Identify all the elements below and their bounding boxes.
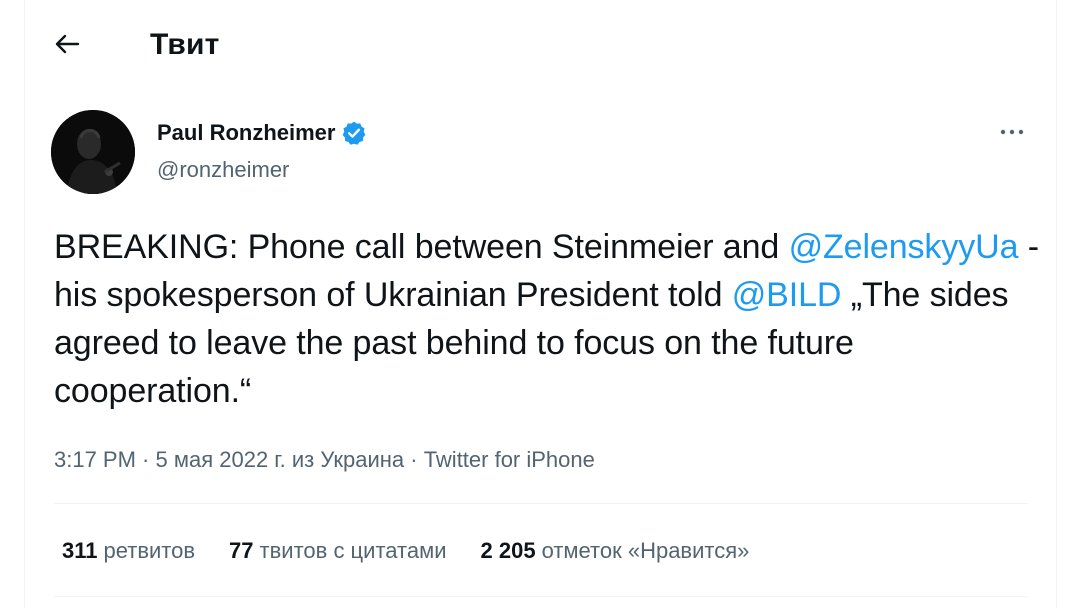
left-border	[24, 0, 25, 608]
retweets-stat[interactable]: 311 ретвитов	[62, 538, 195, 564]
stat-label: твитов с цитатами	[259, 538, 447, 563]
author-handle[interactable]: @ronzheimer	[157, 157, 289, 183]
meta-separator: ·	[404, 447, 424, 472]
quote-tweets-stat[interactable]: 77 твитов с цитатами	[229, 538, 446, 564]
tweet-text: BREAKING: Phone call between Steinmeier …	[54, 223, 1044, 415]
stat-count: 77	[229, 538, 254, 563]
meta-separator: ·	[135, 447, 156, 472]
tweet-meta: 3:17 PM · 5 мая 2022 г. из Украина · Twi…	[54, 447, 595, 473]
tweet-text-part: BREAKING: Phone call between Steinmeier …	[54, 228, 789, 266]
mention-link[interactable]: @ZelenskyyUa	[789, 228, 1019, 266]
stat-count: 311	[62, 538, 98, 563]
avatar[interactable]	[51, 110, 135, 194]
tweet-time[interactable]: 3:17 PM	[54, 447, 136, 472]
stat-count: 2 205	[480, 538, 536, 563]
tweet-location: из Украина	[291, 447, 405, 472]
tweet-source[interactable]: Twitter for iPhone	[424, 447, 595, 472]
avatar-image	[51, 110, 135, 194]
stat-label: ретвитов	[103, 538, 196, 563]
verified-badge-icon	[341, 120, 367, 146]
more-horizontal-icon	[999, 123, 1025, 141]
author-name[interactable]: Paul Ronzheimer	[157, 120, 335, 146]
likes-stat[interactable]: 2 205 отметок «Нравится»	[481, 538, 750, 564]
tweet-stats: 311 ретвитов 77 твитов с цитатами 2 205 отм…	[62, 538, 783, 564]
more-options-button[interactable]	[994, 117, 1030, 147]
page-title: Твит	[150, 28, 220, 61]
mention-link[interactable]: @BILD	[732, 276, 842, 314]
arrow-left-icon	[54, 34, 80, 59]
author-name-row: Paul Ronzheimer	[157, 120, 367, 146]
stat-label: отметок «Нравится»	[541, 538, 750, 563]
divider	[54, 596, 1028, 597]
tweet-date[interactable]: 5 мая 2022 г.	[156, 447, 286, 472]
back-button[interactable]	[47, 29, 87, 63]
divider	[54, 503, 1028, 504]
right-border	[1056, 0, 1057, 608]
